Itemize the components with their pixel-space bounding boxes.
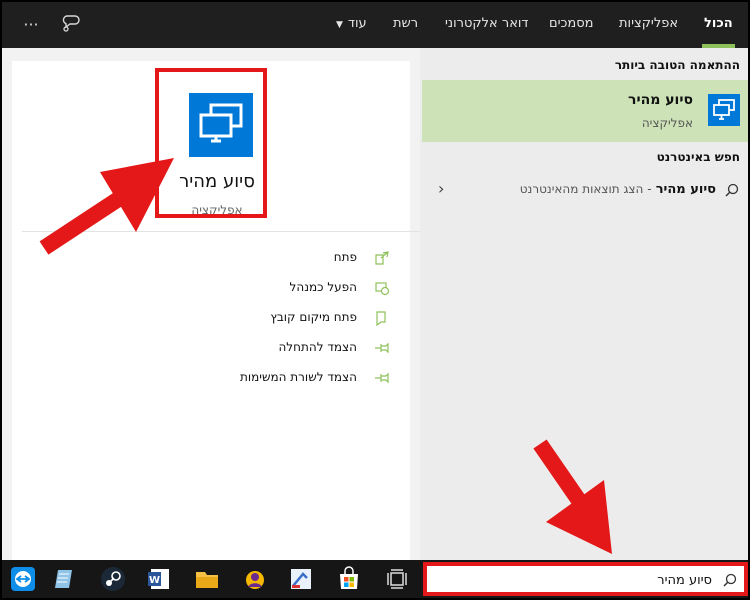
app-preview-type: אפליקציה — [191, 203, 243, 217]
tab-apps[interactable]: אפליקציות — [619, 2, 678, 48]
tab-apps-label: אפליקציות — [619, 16, 679, 31]
tab-documents-label: מסמכים — [549, 16, 594, 31]
best-match-title: סיוע מהיר — [628, 92, 693, 108]
tab-more[interactable]: ▼ עוד — [336, 2, 367, 48]
more-options-icon[interactable]: ··· — [20, 14, 42, 36]
tab-web[interactable]: רשת — [393, 2, 418, 48]
web-search-result[interactable]: סיוע מהיר - הצג תוצאות מהאינטרנט ‹ — [420, 174, 748, 204]
divider — [22, 231, 420, 232]
feedback-icon[interactable] — [60, 14, 82, 36]
store-icon[interactable] — [336, 566, 362, 592]
action-pin-to-start[interactable]: הצמד להתחלה — [12, 337, 410, 361]
svg-text:W: W — [149, 575, 160, 586]
tab-all-label: הכול — [704, 16, 733, 31]
tab-web-label: רשת — [393, 16, 419, 31]
web-search-header: חפש באינטרנט — [656, 150, 740, 164]
app-preview-name: סיוע מהיר — [179, 171, 255, 192]
action-pin-to-taskbar-label: הצמד לשורת המשימות — [239, 370, 357, 384]
action-pin-to-start-label: הצמד להתחלה — [278, 340, 357, 354]
tab-more-label: עוד — [347, 16, 367, 31]
file-explorer-icon[interactable] — [194, 566, 220, 592]
app-preview[interactable]: סיוע מהיר אפליקציה — [162, 81, 272, 231]
preview-card: סיוע מהיר אפליקציה פתח הפעל כמנהל פתח מי… — [12, 61, 420, 560]
run-as-admin-icon — [374, 280, 390, 296]
chevron-right-icon[interactable]: ‹ — [438, 179, 444, 198]
task-view-icon[interactable] — [384, 566, 410, 592]
best-match-header: ההתאמה הטובה ביותר — [614, 58, 740, 72]
action-open-file-location-label: פתח מיקום קובץ — [270, 310, 357, 324]
tab-email-label: דואר אלקטרוני — [445, 16, 529, 31]
action-pin-to-taskbar[interactable]: הצמד לשורת המשימות — [12, 367, 410, 391]
action-run-as-admin[interactable]: הפעל כמנהל — [12, 277, 410, 301]
search-icon — [722, 572, 738, 588]
action-run-as-admin-label: הפעל כמנהל — [289, 280, 357, 294]
search-input[interactable] — [462, 570, 712, 590]
open-icon — [374, 250, 390, 266]
word-icon[interactable]: W — [146, 566, 172, 592]
quick-assist-icon — [708, 94, 740, 126]
pin-icon — [374, 370, 390, 386]
web-search-suffix: - הצג תוצאות מהאינטרנט — [519, 182, 652, 196]
tab-documents[interactable]: מסמכים — [549, 2, 594, 48]
caret-down-icon: ▼ — [336, 20, 343, 30]
file-location-icon — [374, 310, 390, 327]
action-open[interactable]: פתח — [12, 247, 410, 271]
paint-icon[interactable] — [288, 566, 314, 592]
search-icon — [724, 182, 740, 198]
best-match-result[interactable]: סיוע מהיר אפליקציה — [422, 80, 748, 142]
search-filter-bar: ··· ▼ עוד רשת דואר אלקטרוני מסמכים אפליקצ… — [2, 2, 748, 48]
steam-icon[interactable] — [100, 566, 126, 592]
web-search-text: סיוע מהיר - הצג תוצאות מהאינטרנט — [520, 182, 716, 197]
pin-icon — [374, 340, 390, 356]
quick-assist-icon — [189, 93, 253, 157]
notepad-icon[interactable] — [52, 566, 78, 592]
action-open-file-location[interactable]: פתח מיקום קובץ — [12, 307, 410, 331]
tab-email[interactable]: דואר אלקטרוני — [445, 2, 529, 48]
best-match-subtitle: אפליקציה — [641, 116, 693, 130]
web-search-query: סיוע מהיר — [655, 182, 716, 197]
tab-all[interactable]: הכול — [702, 2, 735, 48]
action-open-label: פתח — [333, 250, 357, 264]
results-pane: ההתאמה הטובה ביותר סיוע מהיר אפליקציה חפ… — [420, 48, 748, 560]
screenshot-frame: ··· ▼ עוד רשת דואר אלקטרוני מסמכים אפליקצ… — [0, 0, 750, 600]
teamviewer-icon[interactable] — [10, 566, 36, 592]
taskbar-search-box[interactable] — [423, 562, 748, 596]
preview-pane: סיוע מהיר אפליקציה פתח הפעל כמנהל פתח מי… — [2, 48, 420, 560]
avatar-app-icon[interactable] — [242, 566, 268, 592]
